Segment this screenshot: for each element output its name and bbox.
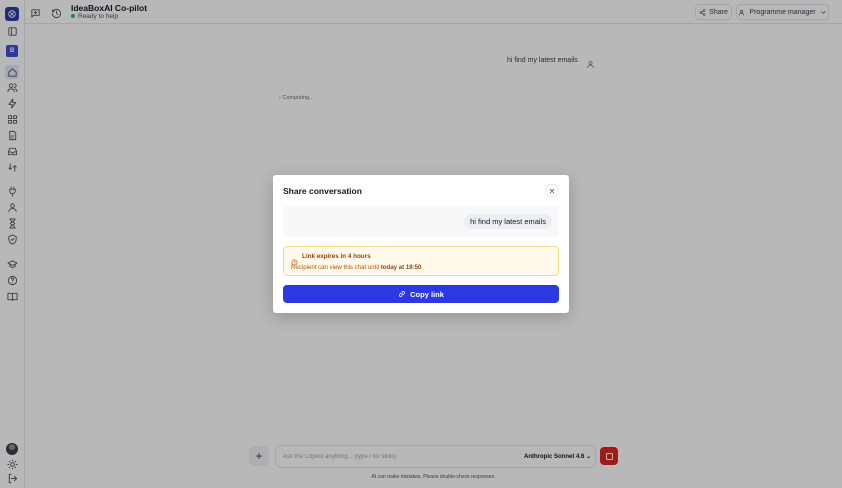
expiry-warning: Link expires in 4 hours Recipient can vi… — [283, 246, 559, 276]
clock-icon — [291, 253, 298, 266]
link-icon — [399, 291, 406, 297]
share-modal: Share conversation hi find my latest ema… — [273, 175, 569, 313]
close-button[interactable] — [545, 184, 559, 198]
preview-message: hi find my latest emails — [464, 214, 552, 229]
warning-text: Recipient can view this chat until today… — [291, 264, 421, 271]
warning-title: Link expires in 4 hours — [302, 253, 371, 260]
warning-text-prefix: Recipient can view this chat until — [291, 264, 381, 271]
copy-link-button[interactable]: Copy link — [283, 285, 559, 303]
conversation-preview: hi find my latest emails — [283, 206, 559, 237]
warning-text-time: today at 19:50 — [380, 264, 422, 271]
copy-link-label: Copy link — [410, 289, 444, 299]
modal-title: Share conversation — [283, 186, 362, 196]
close-icon — [549, 188, 555, 194]
